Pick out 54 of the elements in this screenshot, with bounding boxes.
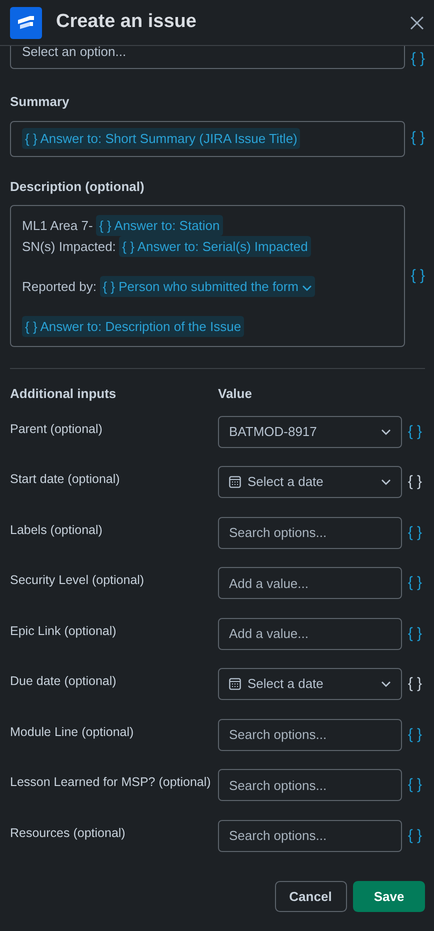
search-field[interactable]: Search options...	[218, 718, 402, 750]
summary-field[interactable]: { } Answer to: Short Summary (JIRA Issue Title)	[10, 120, 405, 156]
variable-button[interactable]: { }	[405, 264, 425, 288]
variable-button[interactable]: { }	[402, 466, 422, 498]
field-label: Security Level (optional)	[10, 572, 146, 589]
parent-select[interactable]: BATMOD-8917	[218, 416, 402, 448]
variable-token[interactable]: { } Answer to: Short Summary (JIRA Issue Title)	[22, 128, 300, 150]
field-label: Summary	[10, 93, 70, 111]
search-field[interactable]: Search options...	[218, 516, 402, 548]
dialog-title: Create an issue	[56, 10, 196, 34]
variable-button[interactable]: { }	[402, 516, 422, 548]
caret-icon	[381, 681, 391, 687]
caret-icon	[381, 479, 391, 485]
variable-button[interactable]: { }	[402, 718, 422, 750]
column-heading: Value	[218, 385, 252, 403]
field-label: Resources (optional)	[10, 824, 126, 842]
variable-button[interactable]: { }	[405, 127, 425, 150]
variable-token[interactable]: { } Answer to: Serial(s) Impacted	[119, 236, 311, 257]
date-picker[interactable]: Select a date	[218, 668, 402, 700]
input-field[interactable]: Add a value...	[218, 567, 402, 599]
field-label: Module Line (optional)	[10, 724, 135, 741]
app-logo-icon	[10, 6, 42, 38]
variable-token[interactable]: { } Answer to: Description of the Issue	[22, 316, 244, 337]
field-label: Labels (optional)	[10, 522, 104, 539]
field-label: Due date (optional)	[10, 673, 118, 690]
field-label: Parent (optional)	[10, 420, 104, 438]
field-label: Epic Link (optional)	[10, 622, 118, 640]
date-picker[interactable]: Select a date	[218, 466, 402, 498]
variable-button[interactable]: { }	[402, 567, 422, 599]
variable-button[interactable]: { }	[405, 49, 425, 69]
variable-button[interactable]: { }	[402, 618, 422, 650]
cancel-button[interactable]: Cancel	[274, 881, 346, 912]
description-text: ML1 Area 7-	[22, 217, 93, 235]
description-field[interactable]: ML1 Area 7- { } Answer to: Station SN(s) Impacted: { } Answer to: Serial(s) Impacted Reported by: { } Person who submitted the form { } Answer to: Description of the Issue	[10, 205, 405, 347]
field-label: Lesson Learned for MSP? (optional)	[10, 774, 212, 791]
field-label: Description (optional)	[10, 178, 146, 196]
variable-button[interactable]: { }	[402, 820, 422, 852]
variable-button[interactable]: { }	[402, 416, 422, 448]
search-field[interactable]: Search options...	[218, 820, 402, 852]
variable-token[interactable]: { } Answer to: Station	[96, 215, 223, 236]
save-button[interactable]: Save	[353, 881, 425, 912]
calendar-icon	[229, 476, 241, 488]
column-heading: Additional inputs	[10, 385, 118, 403]
variable-button[interactable]: { }	[402, 668, 422, 700]
option-select[interactable]: Select an option...	[10, 46, 405, 69]
field-label: Start date (optional)	[10, 471, 121, 488]
description-text: Reported by:	[22, 278, 96, 296]
variable-token[interactable]: { } Person who submitted the form	[100, 276, 316, 297]
input-field[interactable]: Add a value...	[218, 618, 402, 650]
calendar-icon	[229, 678, 241, 690]
caret-icon	[381, 428, 391, 434]
search-field[interactable]: Search options...	[218, 769, 402, 801]
description-text: SN(s) Impacted:	[22, 238, 116, 256]
variable-button[interactable]: { }	[402, 769, 422, 801]
